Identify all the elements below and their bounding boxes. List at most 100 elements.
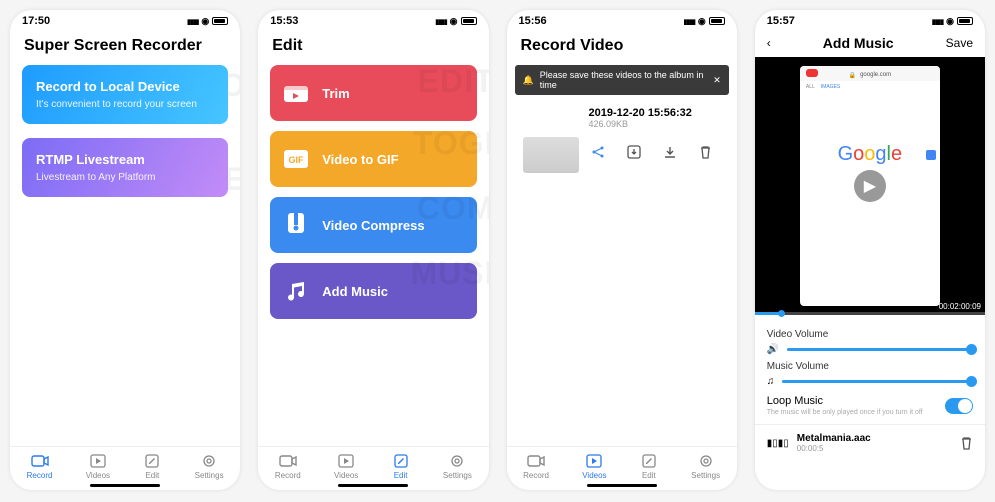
edit-icon: [640, 453, 658, 469]
rtmp-card[interactable]: RTMP Livestream Livestream to Any Platfo…: [22, 138, 228, 197]
note-icon: ♫: [767, 376, 775, 387]
screen-edit: 15:53 Edit EDIT Trim TOGI GIF Video to G…: [258, 10, 488, 490]
status-icons: [435, 15, 476, 27]
tab-videos[interactable]: Videos: [334, 453, 358, 480]
gif-icon: GIF: [282, 145, 310, 173]
tab-settings[interactable]: Settings: [691, 453, 720, 480]
track-name: Metalmania.aac: [797, 433, 871, 444]
status-bar: 15:56: [507, 10, 737, 29]
google-logo: Google: [800, 143, 940, 166]
gear-icon: [200, 453, 218, 469]
save-button[interactable]: Save: [946, 36, 973, 50]
status-bar: 17:50: [10, 10, 240, 29]
edit-icon: [392, 453, 410, 469]
status-icons: [683, 15, 724, 27]
mini-tabs: ALLIMAGES: [800, 81, 940, 93]
edit-label: Trim: [322, 86, 349, 101]
wifi-icon: [450, 15, 458, 27]
banner-text: Please save these videos to the album in…: [540, 70, 707, 90]
tab-videos[interactable]: Videos: [582, 453, 606, 480]
video-volume-slider[interactable]: [787, 348, 973, 351]
camera-icon: [527, 453, 545, 469]
status-icons: [187, 15, 228, 27]
battery-icon: [957, 17, 973, 25]
edit-label: Video to GIF: [322, 152, 398, 167]
loop-label: Loop Music: [767, 395, 923, 407]
gear-icon: [697, 453, 715, 469]
video-preview[interactable]: 🔒 google.com ALLIMAGES Google ▶ 00:02:00…: [755, 57, 985, 315]
save-banner: 🔔 Please save these videos to the album …: [515, 65, 729, 95]
save-album-icon[interactable]: [627, 145, 641, 159]
play-button[interactable]: ▶: [854, 170, 886, 202]
record-local-card[interactable]: Record to Local Device It's convenient t…: [22, 65, 228, 124]
video-title: 2019-12-20 15:56:32: [589, 107, 692, 119]
loop-toggle[interactable]: [945, 398, 973, 414]
tab-record[interactable]: Record: [27, 453, 53, 480]
card-title: Record to Local Device: [36, 79, 214, 94]
tab-videos[interactable]: Videos: [86, 453, 110, 480]
tab-settings[interactable]: Settings: [443, 453, 472, 480]
signal-icon: [683, 15, 694, 27]
screen-record-video: 15:56 Record Video 🔔 Please save these v…: [507, 10, 737, 490]
wifi-icon: [201, 15, 209, 27]
screen-add-music: 15:57 ‹ Add Music Save 🔒 google.com ALLI…: [755, 10, 985, 490]
page-title: Record Video: [507, 29, 737, 65]
video-size: 426.09KB: [589, 119, 692, 129]
gear-icon: [448, 453, 466, 469]
tab-edit[interactable]: Edit: [640, 453, 658, 480]
clock: 15:56: [519, 15, 547, 27]
svg-text:GIF: GIF: [289, 155, 305, 165]
battery-icon: [461, 17, 477, 25]
status-bar: 15:53: [258, 10, 488, 29]
speaker-icon: 🔊: [767, 344, 779, 355]
video-list-item[interactable]: 2019-12-20 15:56:32 426.09KB: [515, 103, 729, 163]
loop-description: The music will be only played once if yo…: [767, 409, 923, 416]
trim-icon: [282, 79, 310, 107]
play-rect-icon: [337, 453, 355, 469]
tab-record[interactable]: Record: [275, 453, 301, 480]
recording-indicator: [806, 69, 818, 77]
music-volume-label: Music Volume: [767, 361, 973, 372]
battery-icon: [709, 17, 725, 25]
trash-icon[interactable]: [699, 145, 712, 159]
video-volume-label: Video Volume: [767, 329, 973, 340]
clock: 15:53: [270, 15, 298, 27]
page-title: Super Screen Recorder: [10, 29, 240, 65]
tab-settings[interactable]: Settings: [195, 453, 224, 480]
gif-card[interactable]: GIF Video to GIF: [270, 131, 476, 187]
trim-card[interactable]: Trim: [270, 65, 476, 121]
status-icons: [932, 15, 973, 27]
edit-icon: [143, 453, 161, 469]
edit-label: Add Music: [322, 284, 388, 299]
music-card[interactable]: Add Music: [270, 263, 476, 319]
page-title: Edit: [258, 29, 488, 65]
screen-record-home: 17:50 Super Screen Recorder RECO Record …: [10, 10, 240, 490]
equalizer-icon: ▮▯▮▯: [767, 438, 789, 449]
home-indicator[interactable]: [338, 484, 408, 487]
play-rect-icon: [585, 453, 603, 469]
bell-icon: 🔔: [523, 75, 534, 86]
edit-label: Video Compress: [322, 218, 424, 233]
clock: 15:57: [767, 15, 795, 27]
compress-card[interactable]: Video Compress: [270, 197, 476, 253]
clock: 17:50: [22, 15, 50, 27]
search-icon: [926, 150, 936, 160]
download-icon[interactable]: [663, 145, 677, 159]
close-icon[interactable]: ✕: [713, 75, 721, 86]
music-volume-slider[interactable]: [782, 380, 973, 383]
music-icon: [282, 277, 310, 305]
tab-edit[interactable]: Edit: [143, 453, 161, 480]
share-icon[interactable]: [591, 145, 605, 159]
home-indicator[interactable]: [587, 484, 657, 487]
battery-icon: [212, 17, 228, 25]
track-time: 00:00:5: [797, 444, 871, 453]
wifi-icon: [698, 15, 706, 27]
trash-icon[interactable]: [960, 436, 973, 450]
status-bar: 15:57: [755, 10, 985, 29]
seek-bar[interactable]: [755, 312, 985, 315]
tab-record[interactable]: Record: [523, 453, 549, 480]
home-indicator[interactable]: [90, 484, 160, 487]
tab-edit[interactable]: Edit: [392, 453, 410, 480]
nav-title: Add Music: [771, 35, 946, 51]
music-track-bar[interactable]: ▮▯▮▯ Metalmania.aac 00:00:5: [755, 424, 985, 461]
